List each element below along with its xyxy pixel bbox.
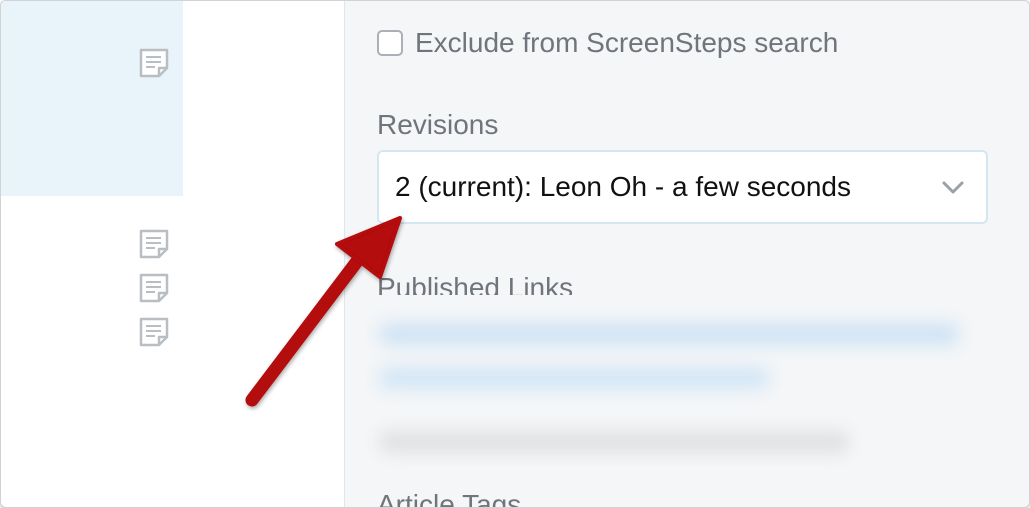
revisions-label: Revisions bbox=[377, 109, 499, 140]
redacted-text bbox=[379, 431, 849, 453]
document-icon bbox=[139, 317, 169, 347]
document-icon bbox=[139, 229, 169, 259]
redacted-link bbox=[379, 367, 769, 389]
document-icon bbox=[139, 48, 169, 78]
revisions-select[interactable]: 2 (current): Leon Oh - a few seconds bbox=[377, 150, 988, 224]
redacted-link bbox=[379, 323, 959, 345]
article-tags-label: Article Tags bbox=[377, 489, 522, 508]
chevron-down-icon bbox=[942, 181, 964, 194]
exclude-search-checkbox[interactable] bbox=[377, 30, 403, 56]
window: Exclude from ScreenSteps search Revision… bbox=[0, 0, 1030, 508]
document-icon bbox=[139, 273, 169, 303]
exclude-search-label: Exclude from ScreenSteps search bbox=[415, 27, 839, 58]
redacted-region bbox=[361, 295, 981, 473]
exclude-search-option[interactable]: Exclude from ScreenSteps search bbox=[377, 27, 838, 59]
revisions-selected-value: 2 (current): Leon Oh - a few seconds bbox=[395, 171, 851, 202]
selected-article-row[interactable] bbox=[1, 1, 183, 196]
article-list-pane bbox=[1, 1, 345, 507]
